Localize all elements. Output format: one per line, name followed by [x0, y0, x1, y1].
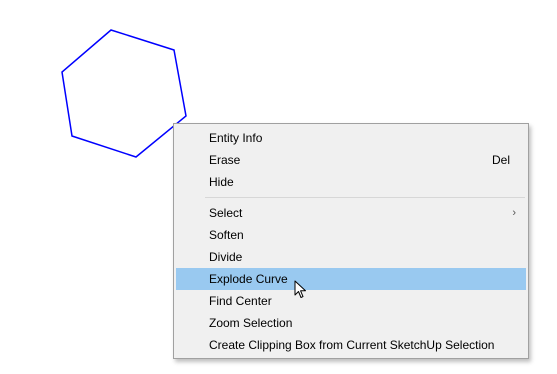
menu-item-label: Soften: [209, 228, 244, 242]
context-menu: Entity Info Erase Del Hide Select › Soft…: [173, 123, 529, 359]
menu-item-label: Create Clipping Box from Current SketchU…: [209, 338, 495, 352]
menu-item-explode-curve[interactable]: Explode Curve: [176, 268, 526, 290]
menu-item-entity-info[interactable]: Entity Info: [176, 127, 526, 149]
menu-item-label: Select: [209, 206, 243, 220]
menu-item-label: Divide: [209, 250, 243, 264]
menu-item-erase[interactable]: Erase Del: [176, 149, 526, 171]
chevron-right-icon: ›: [512, 207, 516, 219]
menu-item-label: Entity Info: [209, 131, 263, 145]
menu-item-hide[interactable]: Hide: [176, 171, 526, 193]
menu-item-label: Erase: [209, 153, 241, 167]
arrow-pointer-icon: [294, 280, 306, 298]
hexagon-outline[interactable]: [61, 29, 187, 158]
menu-item-find-center[interactable]: Find Center: [176, 290, 526, 312]
menu-item-label: Hide: [209, 175, 234, 189]
menu-separator: [205, 197, 525, 198]
menu-item-shortcut: Del: [491, 153, 510, 167]
menu-item-label: Explode Curve: [209, 272, 288, 286]
menu-item-select[interactable]: Select ›: [176, 202, 526, 224]
menu-item-divide[interactable]: Divide: [176, 246, 526, 268]
menu-item-label: Find Center: [209, 294, 272, 308]
menu-item-create-clipping-box[interactable]: Create Clipping Box from Current SketchU…: [176, 334, 526, 356]
menu-item-zoom-selection[interactable]: Zoom Selection: [176, 312, 526, 334]
menu-item-soften[interactable]: Soften: [176, 224, 526, 246]
menu-item-label: Zoom Selection: [209, 316, 293, 330]
